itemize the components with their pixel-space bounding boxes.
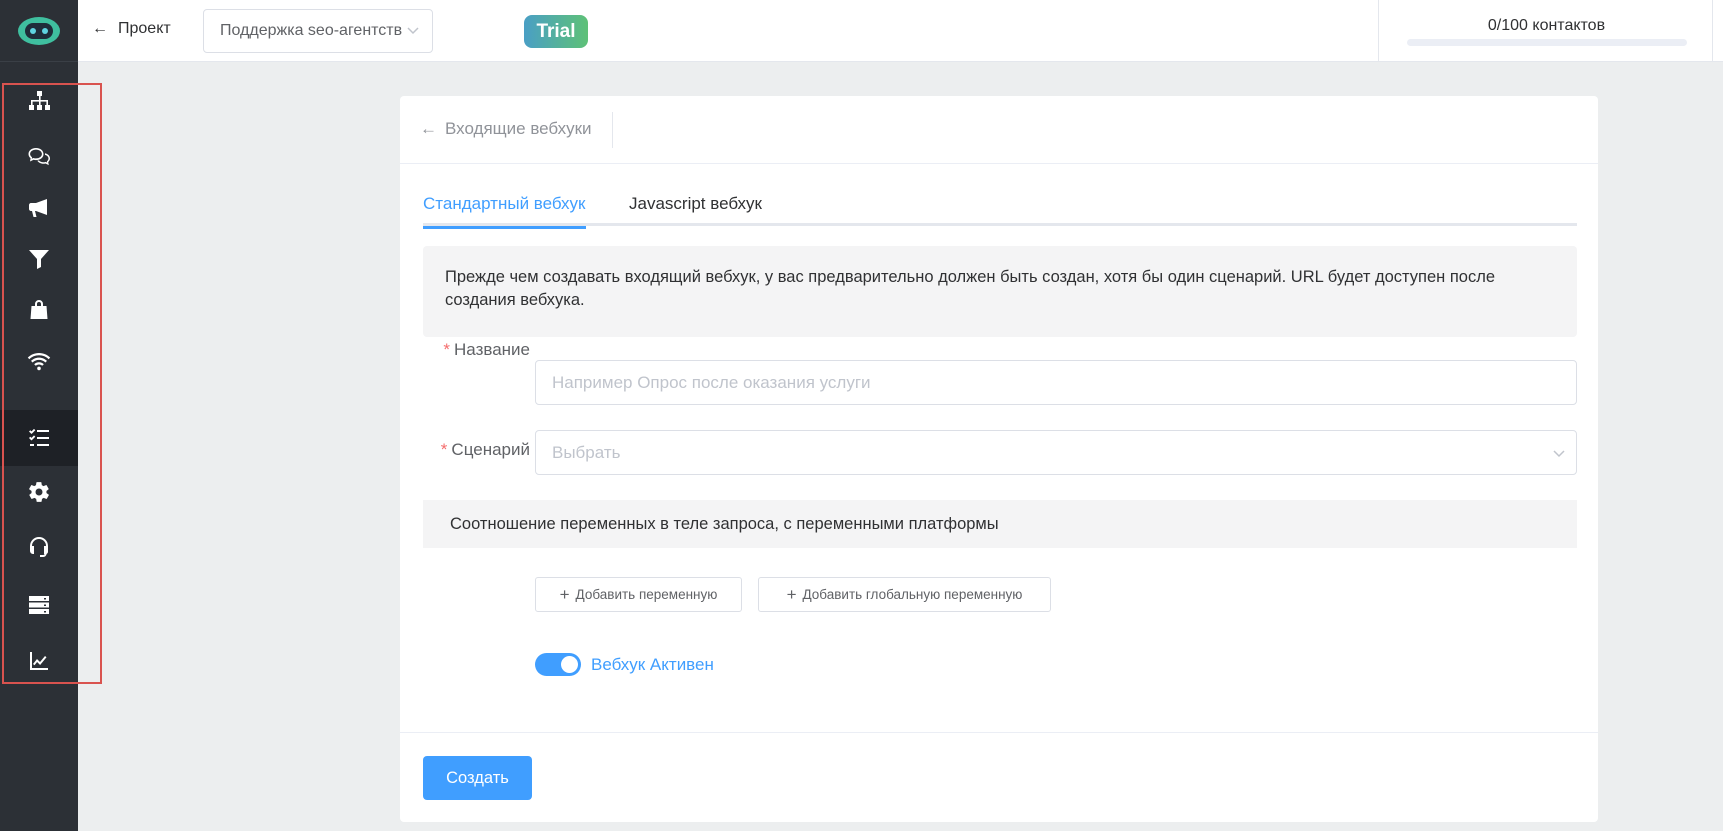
add-global-variable-label: Добавить глобальную переменную bbox=[802, 587, 1023, 602]
plus-icon: + bbox=[559, 584, 570, 604]
sidebar-item-support[interactable] bbox=[0, 519, 78, 575]
shopping-bag-icon bbox=[30, 300, 48, 319]
sidebar-item-integrations[interactable] bbox=[0, 333, 78, 389]
arrow-left-icon: ← bbox=[420, 119, 437, 138]
add-global-variable-button[interactable]: + Добавить глобальную переменную bbox=[758, 577, 1051, 612]
sidebar-item-funnels[interactable] bbox=[0, 231, 78, 287]
server-icon bbox=[29, 596, 49, 614]
page-scrollbar[interactable] bbox=[1712, 62, 1723, 831]
sitemap-icon bbox=[29, 91, 50, 110]
webhook-name-placeholder: Например Опрос после оказания услуги bbox=[552, 372, 871, 392]
back-to-webhooks-link[interactable]: ← Входящие вебхуки bbox=[420, 119, 592, 139]
megaphone-icon bbox=[29, 199, 47, 217]
project-select[interactable]: Поддержка seo-агентства bbox=[203, 9, 433, 53]
scenario-label-text: Сценарий bbox=[451, 440, 530, 459]
add-variable-button[interactable]: + Добавить переменную bbox=[535, 577, 742, 612]
trial-badge[interactable]: Trial bbox=[524, 15, 588, 48]
back-to-project-label: Проект bbox=[118, 20, 171, 37]
chevron-down-icon bbox=[1553, 450, 1565, 458]
sidebar-item-chats[interactable] bbox=[0, 129, 78, 185]
webhook-active-label[interactable]: Вебхук Активен bbox=[591, 653, 714, 676]
toggle-knob bbox=[561, 656, 578, 673]
filter-icon bbox=[29, 250, 49, 269]
arrow-left-icon: ← bbox=[92, 20, 108, 37]
sidebar-divider bbox=[0, 61, 78, 62]
contacts-progress-bar bbox=[1407, 39, 1687, 46]
back-to-project-link[interactable]: ← Проект bbox=[92, 20, 171, 38]
chart-line-icon bbox=[30, 652, 48, 670]
breadcrumb-divider bbox=[612, 112, 613, 148]
name-field-label: * Название bbox=[422, 340, 530, 360]
scenario-select-placeholder: Выбрать bbox=[552, 442, 621, 462]
variable-mapping-header: Соотношение переменных в теле запроса, с… bbox=[423, 500, 1577, 548]
project-select-value: Поддержка seo-агентства bbox=[220, 22, 402, 39]
info-alert: Прежде чем создавать входящий вебхук, у … bbox=[423, 246, 1577, 337]
webhook-type-tabs: Стандартный вебхук Javascript вебхук bbox=[423, 194, 1577, 229]
sidebar-item-structure[interactable] bbox=[0, 73, 78, 129]
name-label-text: Название bbox=[454, 340, 530, 359]
required-asterisk: * bbox=[440, 440, 448, 459]
breadcrumb-label: Входящие вебхуки bbox=[445, 119, 592, 138]
webhook-active-toggle[interactable] bbox=[535, 653, 581, 676]
footer-divider bbox=[400, 732, 1598, 733]
headset-icon bbox=[30, 537, 49, 557]
bot-logo-icon[interactable] bbox=[16, 14, 62, 48]
top-header: ← Проект Поддержка seo-агентства Trial 0… bbox=[78, 0, 1723, 62]
webhook-form-card: ← Входящие вебхуки Стандартный вебхук Ja… bbox=[400, 96, 1598, 822]
required-asterisk: * bbox=[443, 340, 451, 359]
wifi-icon bbox=[27, 353, 51, 371]
contacts-usage-label: 0/100 контактов bbox=[1487, 17, 1606, 34]
tab-javascript-webhook[interactable]: Javascript вебхук bbox=[629, 194, 762, 226]
checklist-icon bbox=[29, 428, 49, 446]
sidebar-item-settings[interactable] bbox=[0, 464, 78, 520]
sidebar-item-broadcasts[interactable] bbox=[0, 180, 78, 236]
sidebar bbox=[0, 0, 102, 831]
sidebar-item-shop[interactable] bbox=[0, 282, 78, 338]
add-variable-label: Добавить переменную bbox=[575, 587, 718, 602]
sidebar-item-data[interactable] bbox=[0, 577, 78, 633]
contacts-usage: 0/100 контактов bbox=[1378, 0, 1713, 62]
create-button[interactable]: Создать bbox=[423, 756, 532, 800]
card-header: ← Входящие вебхуки bbox=[400, 96, 1598, 164]
sidebar-item-tasks[interactable] bbox=[0, 410, 78, 466]
gear-icon bbox=[29, 482, 49, 502]
scenario-field-label: * Сценарий bbox=[422, 440, 530, 460]
plus-icon: + bbox=[786, 584, 797, 604]
chat-icon bbox=[28, 148, 50, 166]
sidebar-item-analytics[interactable] bbox=[0, 633, 78, 689]
scenario-select[interactable]: Выбрать bbox=[535, 430, 1577, 475]
chevron-down-icon bbox=[407, 27, 419, 35]
tab-standard-webhook[interactable]: Стандартный вебхук bbox=[423, 194, 586, 229]
webhook-name-input[interactable]: Например Опрос после оказания услуги bbox=[535, 360, 1577, 405]
